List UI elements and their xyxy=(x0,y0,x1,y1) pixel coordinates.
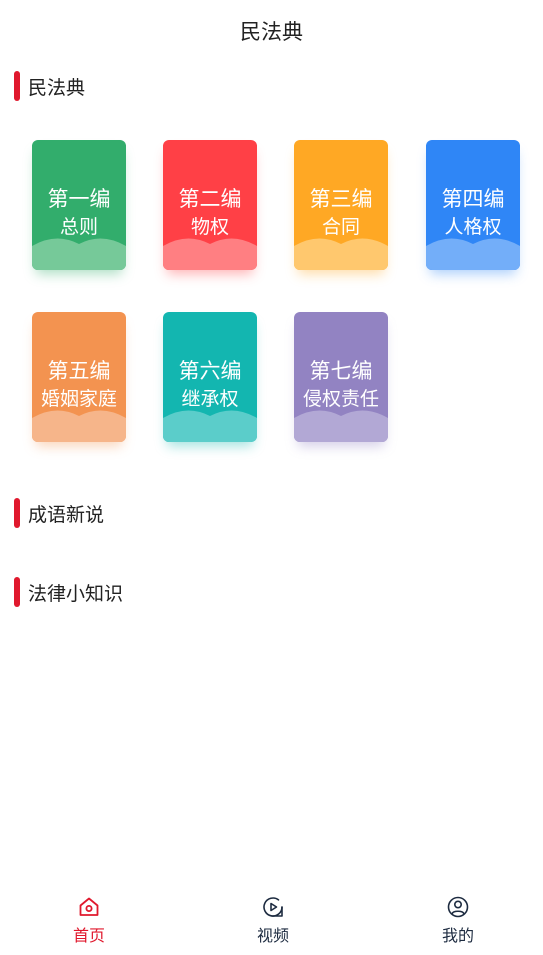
section-marker xyxy=(14,71,20,101)
book-card-part-2[interactable]: 第二编 物权 xyxy=(163,140,257,270)
book-part-label: 第六编 xyxy=(178,359,242,383)
section-marker xyxy=(14,577,20,607)
bottom-tab-bar: 首页 视频 我的 xyxy=(0,883,543,955)
book-pages-icon xyxy=(163,410,257,442)
play-circle-icon xyxy=(263,897,283,917)
book-pages-icon xyxy=(32,238,126,270)
book-part-label: 第七编 xyxy=(309,359,373,383)
tab-label: 我的 xyxy=(441,926,474,945)
page-title: 民法典 xyxy=(240,20,303,44)
section-idioms[interactable]: 成语新说 xyxy=(14,498,104,528)
section-title-civil-code: 民法典 xyxy=(28,76,86,99)
book-card-part-1[interactable]: 第一编 总则 xyxy=(32,140,126,270)
app-header: 民法典 xyxy=(0,0,543,62)
book-pages-icon xyxy=(32,410,126,442)
book-card-part-6[interactable]: 第六编 继承权 xyxy=(163,312,257,442)
home-icon xyxy=(79,897,99,916)
tab-label: 视频 xyxy=(256,926,289,945)
section-civil-code: 民法典 xyxy=(14,71,85,101)
book-pages-icon xyxy=(294,238,388,270)
book-pages-icon xyxy=(294,410,388,442)
book-part-label: 第三编 xyxy=(309,187,373,211)
tab-video[interactable]: 视频 xyxy=(218,883,328,955)
book-card-part-4[interactable]: 第四编 人格权 xyxy=(426,140,520,270)
tab-profile[interactable]: 我的 xyxy=(403,883,513,955)
book-pages-icon xyxy=(163,238,257,270)
tab-label: 首页 xyxy=(72,926,105,945)
book-card-part-7[interactable]: 第七编 侵权责任 xyxy=(294,312,388,442)
book-card-part-5[interactable]: 第五编 婚姻家庭 xyxy=(32,312,126,442)
tab-home[interactable]: 首页 xyxy=(34,883,144,955)
section-legal-tips[interactable]: 法律小知识 xyxy=(14,577,123,607)
user-circle-icon xyxy=(447,896,469,918)
book-part-label: 第一编 xyxy=(47,187,111,211)
book-part-label: 第五编 xyxy=(47,359,111,383)
book-pages-icon xyxy=(426,238,520,270)
section-title-legal-tips: 法律小知识 xyxy=(28,582,124,605)
section-marker xyxy=(14,498,20,528)
book-card-part-3[interactable]: 第三编 合同 xyxy=(294,140,388,270)
section-title-idioms: 成语新说 xyxy=(28,503,105,526)
book-part-label: 第二编 xyxy=(178,187,242,211)
book-part-label: 第四编 xyxy=(441,187,505,211)
